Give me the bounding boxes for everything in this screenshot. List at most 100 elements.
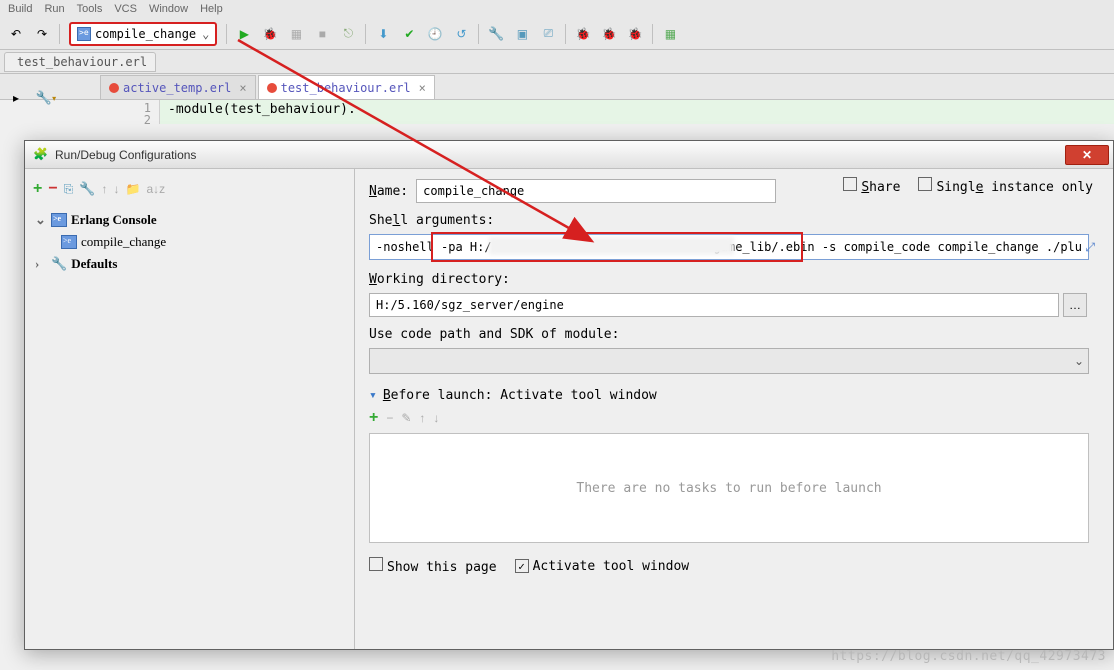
dialog-titlebar: 🧩 Run/Debug Configurations ✕ — [25, 141, 1113, 169]
collapse-icon[interactable]: ▾ — [369, 388, 377, 403]
expand-icon[interactable]: ⌄ — [35, 212, 47, 228]
tree-label: Defaults — [71, 256, 117, 272]
main-toolbar: ↶ ↷ compile_change ⌄ ▶ 🐞 ▦ ■ ⎋ ⬇ ✔ 🕘 ↺ 🔧… — [0, 18, 1114, 50]
shell-prefix: -noshell — [376, 240, 434, 254]
file-tab-label: test_behaviour.erl — [17, 55, 147, 69]
wrench-icon: 🔧 — [51, 256, 67, 272]
wd-label: Working directory: — [369, 272, 1099, 287]
project-structure-icon[interactable]: ▣ — [510, 22, 534, 46]
no-tasks-label: There are no tasks to run before launch — [576, 481, 881, 496]
expand-icon[interactable]: › — [35, 256, 47, 272]
chevron-down-icon: ⌄ — [1074, 354, 1084, 368]
single-instance-checkbox[interactable]: Single instance only — [918, 177, 1093, 195]
close-icon[interactable]: × — [419, 81, 426, 95]
coverage-icon[interactable]: ▦ — [284, 22, 308, 46]
vcs-commit-icon[interactable]: ✔ — [397, 22, 421, 46]
debug-icon[interactable]: 🐞 — [258, 22, 282, 46]
tree-compile-change[interactable]: compile_change — [33, 231, 346, 253]
editor-tabs: active_temp.erl × test_behaviour.erl × — [0, 74, 1114, 100]
add-task-icon[interactable]: + — [369, 409, 378, 427]
name-label: Name: — [369, 184, 408, 199]
close-button[interactable]: ✕ — [1065, 145, 1109, 165]
stop-icon[interactable]: ■ — [310, 22, 334, 46]
move-down-icon[interactable]: ↓ — [433, 411, 439, 425]
project-tool-buttons: ▸ 🔧▾ — [4, 86, 58, 110]
console-icon — [51, 213, 67, 227]
tool-settings-icon[interactable]: 🔧▾ — [34, 86, 58, 110]
menubar: Build Run Tools VCS Window Help — [0, 0, 1114, 18]
menu-run[interactable]: Run — [44, 3, 64, 15]
line-2: 2 — [0, 114, 151, 126]
menu-vcs[interactable]: VCS — [114, 3, 137, 15]
expand-field-icon[interactable]: ⤢ — [1085, 240, 1089, 255]
before-launch-section[interactable]: ▾ Before launch: Activate tool window — [369, 388, 1099, 403]
editor-tab-2-label: test_behaviour.erl — [281, 81, 411, 95]
find-bugs-icon[interactable]: 🐞 — [571, 22, 595, 46]
collapse-icon[interactable]: ▸ — [4, 86, 28, 110]
close-icon[interactable]: × — [239, 81, 246, 95]
remove-task-icon[interactable]: − — [386, 411, 393, 425]
chip-icon[interactable]: ▦ — [658, 22, 682, 46]
shell-suffix: -s compile_code compile_change ./plu — [822, 240, 1082, 254]
config-form: SSharehare Single instance only Name: Sh… — [355, 169, 1113, 649]
file-tab-row: test_behaviour.erl — [0, 50, 1114, 74]
undo-icon[interactable]: ↶ — [4, 22, 28, 46]
chevron-down-icon: ⌄ — [202, 27, 209, 41]
codepath-label: Use code path and SDK of module: — [369, 327, 1099, 342]
editor-tab-1[interactable]: active_temp.erl × — [100, 75, 256, 99]
remove-config-icon[interactable]: − — [48, 180, 57, 198]
attach-icon[interactable]: ⎋ — [336, 22, 360, 46]
menu-window[interactable]: Window — [149, 3, 188, 15]
share-checkbox[interactable]: SSharehare — [843, 177, 900, 195]
console-icon — [61, 235, 77, 249]
bug2-icon[interactable]: 🐞 — [623, 22, 647, 46]
menu-help[interactable]: Help — [200, 3, 223, 15]
edit-task-icon[interactable]: ✎ — [401, 411, 411, 425]
code-line[interactable]: -module(test_behaviour). — [160, 100, 1114, 124]
vcs-revert-icon[interactable]: ↺ — [449, 22, 473, 46]
vcs-history-icon[interactable]: 🕘 — [423, 22, 447, 46]
module-combo[interactable]: ⌄ — [369, 348, 1089, 374]
menu-tools[interactable]: Tools — [77, 3, 103, 15]
tree-erlang-console[interactable]: ⌄ Erlang Console — [33, 209, 346, 231]
redacted-path — [489, 237, 734, 255]
add-config-icon[interactable]: + — [33, 180, 42, 198]
move-down-icon[interactable]: ↓ — [113, 182, 119, 196]
browse-button[interactable]: … — [1063, 293, 1087, 317]
move-up-icon[interactable]: ↑ — [101, 182, 107, 196]
run-icon[interactable]: ▶ — [232, 22, 256, 46]
watermark: https://blog.csdn.net/qq_42973473 — [831, 649, 1106, 664]
working-directory-input[interactable] — [369, 293, 1059, 317]
show-this-page-checkbox[interactable]: Show this page — [369, 557, 497, 575]
vcs-update-icon[interactable]: ⬇ — [371, 22, 395, 46]
run-debug-config-dialog: 🧩 Run/Debug Configurations ✕ + − ⎘ 🔧 ↑ ↓… — [24, 140, 1114, 650]
copy-config-icon[interactable]: ⎘ — [64, 182, 74, 197]
dialog-icon: 🧩 — [33, 147, 49, 163]
config-tree-panel: + − ⎘ 🔧 ↑ ↓ 📁 a↓z ⌄ Erlang Console compi… — [25, 169, 355, 649]
console-icon — [77, 27, 91, 41]
editor-tab-2[interactable]: test_behaviour.erl × — [258, 75, 435, 99]
tree-label: Erlang Console — [71, 212, 157, 228]
run-config-dropdown[interactable]: compile_change ⌄ — [69, 22, 217, 46]
file-tab[interactable]: test_behaviour.erl — [4, 52, 156, 72]
activate-tool-window-checkbox[interactable]: ✓Activate tool window — [515, 559, 690, 574]
erlang-file-icon — [267, 83, 277, 93]
redo-icon[interactable]: ↷ — [30, 22, 54, 46]
shell-pa: -pa H:/ — [441, 240, 492, 254]
editor: 1 2 -module(test_behaviour). — [0, 100, 1114, 124]
tree-defaults[interactable]: › 🔧 Defaults — [33, 253, 346, 275]
folder-icon[interactable]: 📁 — [125, 182, 140, 196]
name-input[interactable] — [416, 179, 776, 203]
config-tree: ⌄ Erlang Console compile_change › 🔧 Defa… — [33, 209, 346, 275]
settings-icon[interactable]: 🔧 — [484, 22, 508, 46]
edit-templates-icon[interactable]: 🔧 — [79, 181, 95, 197]
sdk-icon[interactable]: ⎚ — [536, 22, 560, 46]
menu-build[interactable]: Build — [8, 3, 32, 15]
editor-tab-1-label: active_temp.erl — [123, 81, 231, 95]
shell-args-label: Shell arguments: — [369, 213, 1099, 228]
bug-icon[interactable]: 🐞 — [597, 22, 621, 46]
move-up-icon[interactable]: ↑ — [419, 411, 425, 425]
sort-icon[interactable]: a↓z — [146, 182, 165, 196]
erlang-file-icon — [109, 83, 119, 93]
tasks-list: There are no tasks to run before launch — [369, 433, 1089, 543]
